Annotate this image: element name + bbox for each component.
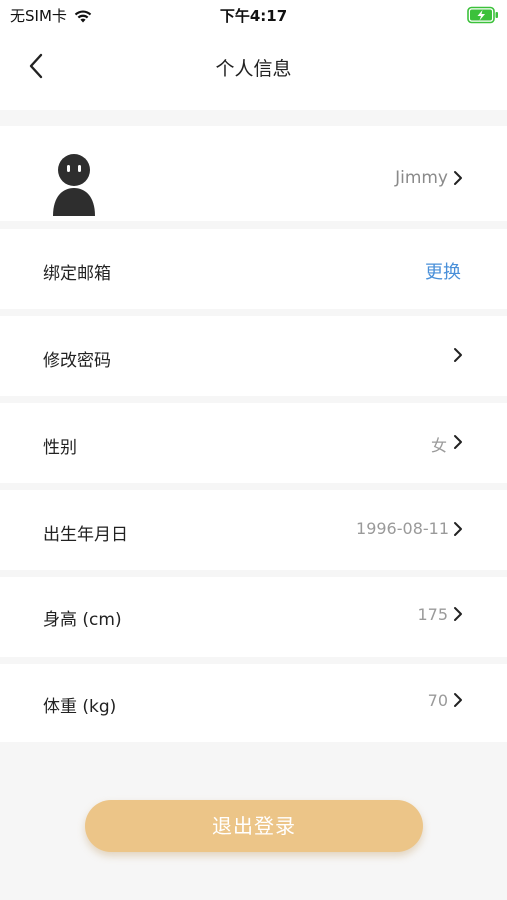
profile-name: Jimmy (395, 168, 448, 188)
status-time: 下午4:17 (219, 7, 288, 25)
row-label: 出生年月日 (43, 525, 128, 545)
chevron-right-icon (454, 607, 462, 621)
row-value: 70 (427, 691, 448, 710)
avatar-placeholder-icon (53, 154, 95, 216)
row-value: 1996-08-11 (356, 519, 449, 538)
chevron-right-icon (454, 171, 462, 185)
row-label: 身高 (cm) (43, 610, 122, 630)
row-birthday[interactable]: 出生年月日 1996-08-11 (0, 490, 507, 570)
battery-charging-icon (467, 6, 498, 24)
row-label: 体重 (kg) (43, 697, 117, 717)
screen: 无SIM卡 下午4:17 个人信息 Jimmy 绑定邮箱 更换 修改密码 性别 … (0, 0, 507, 900)
chevron-right-icon (454, 693, 462, 707)
row-value: 175 (417, 605, 448, 624)
row-height[interactable]: 身高 (cm) 175 (0, 577, 507, 657)
row-label: 性别 (43, 438, 77, 458)
logout-button[interactable]: 退出登录 (85, 800, 423, 852)
row-bind-email[interactable]: 绑定邮箱 更换 (0, 229, 507, 309)
page-title: 个人信息 (215, 58, 292, 80)
row-weight[interactable]: 体重 (kg) 70 (0, 664, 507, 742)
chevron-right-icon (454, 435, 462, 449)
row-label: 修改密码 (43, 351, 111, 371)
chevron-right-icon (454, 348, 462, 362)
nav-bar: 个人信息 (0, 32, 507, 110)
status-bar: 无SIM卡 下午4:17 (0, 0, 507, 32)
row-value: 女 (430, 436, 447, 455)
row-change-password[interactable]: 修改密码 (0, 316, 507, 396)
row-gender[interactable]: 性别 女 (0, 403, 507, 483)
row-label: 绑定邮箱 (43, 264, 111, 284)
chevron-right-icon (454, 522, 462, 536)
change-email-link[interactable]: 更换 (425, 258, 461, 284)
